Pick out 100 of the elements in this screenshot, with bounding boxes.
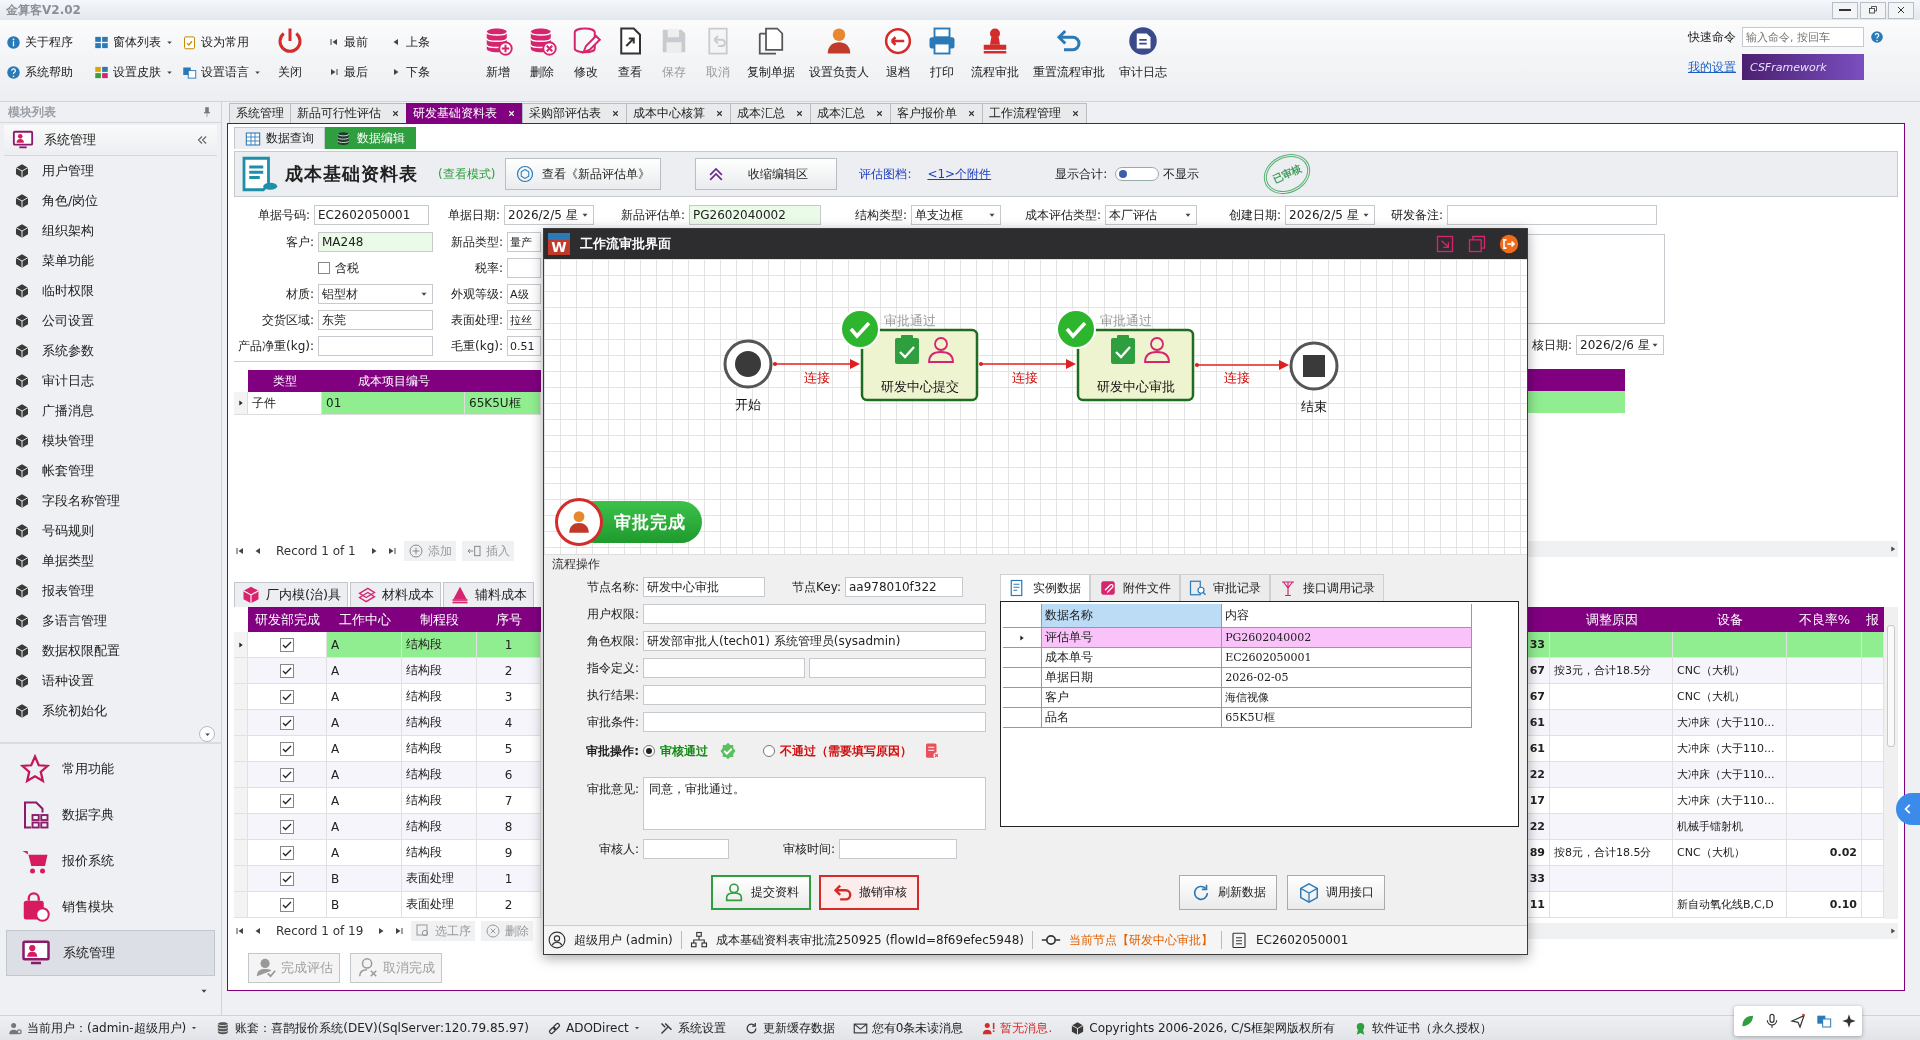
tab[interactable]: 厂内模(治)具 [234, 582, 349, 607]
input-field[interactable]: 研发中心审批 [643, 577, 765, 597]
tab[interactable]: 新品可行性评估 [290, 103, 407, 123]
toolbar-button[interactable]: 系统帮助 [4, 60, 92, 84]
collapse-button[interactable]: 收缩编辑区 [695, 158, 838, 190]
close-button[interactable]: 关闭 [268, 26, 312, 88]
status-item[interactable]: 当前用户：(admin-超级用户) [8, 1019, 199, 1037]
toolbar-button[interactable]: 重置流程审批 [1026, 26, 1112, 88]
toolbar-button[interactable]: 流程审批 [964, 26, 1026, 88]
toolbar-button[interactable]: 新增 [476, 26, 520, 88]
command-field[interactable]: 输入命令, 按回车 [1742, 27, 1864, 47]
checkbox[interactable] [280, 715, 294, 730]
input-field[interactable]: 东莞 [318, 310, 433, 330]
send-icon[interactable] [1790, 1013, 1806, 1029]
navigation-button[interactable]: 下条 [388, 60, 450, 84]
sidebar-item[interactable]: 组织架构 [0, 216, 221, 246]
tab[interactable]: 采购部评估表 [522, 103, 627, 123]
translate-icon[interactable] [1815, 1013, 1832, 1029]
status-item[interactable]: ADODirect [546, 1020, 641, 1036]
dialog-button[interactable]: 调用接口 [1287, 875, 1385, 910]
sidebar-item[interactable]: 单据类型 [0, 546, 221, 576]
close-icon[interactable] [967, 109, 976, 118]
input-field[interactable] [643, 685, 986, 705]
status-item[interactable]: 暂无消息. [981, 1019, 1053, 1037]
dropdown-field[interactable]: 2026/2/5 星 [1285, 205, 1375, 225]
checkbox[interactable] [280, 741, 294, 756]
sidebar-item[interactable]: 广播消息 [0, 396, 221, 426]
sidebar-item[interactable]: 多语言管理 [0, 606, 221, 636]
sidebar-item[interactable]: 菜单功能 [0, 246, 221, 276]
tab[interactable]: 工作流程管理 [982, 103, 1087, 123]
input-field[interactable] [839, 839, 957, 859]
tab[interactable]: 成本汇总 [730, 103, 811, 123]
settings-link[interactable]: 我的设置 [1688, 58, 1736, 76]
input-field[interactable]: A级 [507, 284, 541, 304]
scroll-button[interactable] [199, 726, 215, 742]
sidebar-item[interactable]: 公司设置 [0, 306, 221, 336]
status-item[interactable]: Copyrights 2006-2026, C/S框架网版权所有 [1070, 1019, 1336, 1037]
checkbox[interactable] [280, 819, 294, 834]
tab[interactable]: 实例数据 [1000, 574, 1091, 601]
input-field[interactable]: 研发部审批人(tech01) 系统管理员(sysadmin) [643, 631, 986, 651]
input-field[interactable]: aa978010f322 [845, 577, 963, 597]
checkbox[interactable] [280, 845, 294, 860]
input-field[interactable] [643, 712, 986, 732]
tab[interactable]: 成本汇总 [810, 103, 891, 123]
sidebar-item[interactable]: 审计日志 [0, 366, 221, 396]
tab[interactable]: 客户报价单 [890, 103, 983, 123]
toolbar-button[interactable]: 删除 [520, 26, 564, 88]
shrink-icon[interactable] [1435, 234, 1455, 254]
dropdown-field[interactable]: 本厂评估 [1105, 205, 1197, 225]
toolbar-button[interactable]: 退档 [876, 26, 920, 88]
first-record-icon[interactable] [234, 545, 246, 557]
dropdown-field[interactable]: 铝型材 [318, 284, 433, 304]
tab[interactable]: 辅料成本 [443, 582, 535, 607]
module-item[interactable]: 数据字典 [6, 792, 215, 838]
close-icon[interactable] [611, 109, 620, 118]
column-header[interactable]: 设备 [1673, 607, 1787, 632]
toolbar-button[interactable]: 审计日志 [1112, 26, 1174, 88]
restore-button[interactable] [1860, 1, 1886, 19]
toolbar-button[interactable]: 查看 [608, 26, 652, 88]
tab[interactable]: 审批记录 [1180, 574, 1271, 601]
checkbox[interactable] [280, 637, 294, 652]
exit-icon[interactable] [1499, 234, 1519, 254]
input-field[interactable] [643, 604, 986, 624]
tab[interactable]: 系统管理 [229, 103, 291, 123]
sidebar-item[interactable]: 角色/岗位 [0, 186, 221, 216]
column-header[interactable]: 不良率% [1787, 607, 1862, 632]
navigation-button[interactable]: 最前 [326, 30, 388, 54]
input-field[interactable]: 0.51 [507, 336, 541, 356]
sidebar-item[interactable]: 号码规则 [0, 516, 221, 546]
input-field[interactable]: 量产 [507, 232, 541, 252]
checkbox[interactable] [280, 871, 294, 886]
toolbar-button[interactable]: 设为常用 [180, 30, 262, 54]
column-header[interactable]: 制程段 [402, 607, 477, 632]
dialog-button[interactable]: 撤销审核 [819, 875, 919, 910]
sidebar-item[interactable]: 系统参数 [0, 336, 221, 366]
tab[interactable]: 成本中心核算 [626, 103, 731, 123]
input-field[interactable]: 拉丝 [507, 310, 541, 330]
navigation-button[interactable]: 最后 [326, 60, 388, 84]
checkbox[interactable] [280, 663, 294, 678]
checkbox[interactable] [280, 689, 294, 704]
dropdown-field[interactable]: 2026/2/6 星 [1576, 335, 1664, 355]
toggle-switch[interactable] [1115, 167, 1160, 181]
input-field[interactable] [318, 336, 433, 356]
toolbar-button[interactable]: 设置皮肤 [92, 60, 180, 84]
dialog-button[interactable]: 提交资料 [711, 875, 811, 910]
toolbar-button[interactable]: 打印 [920, 26, 964, 88]
tab[interactable]: 数据查询 [234, 127, 325, 149]
status-item[interactable]: 您有0条未读消息 [852, 1019, 964, 1037]
dialog-button[interactable]: 刷新数据 [1179, 875, 1277, 910]
view-button[interactable]: 查看《新品评估单》 [505, 158, 662, 190]
sidebar-item[interactable]: 数据权限配置 [0, 636, 221, 666]
pin-icon[interactable] [201, 106, 213, 118]
input-field[interactable]: PG2602040002 [689, 205, 821, 225]
toolbar-button[interactable]: 设置负责人 [802, 26, 876, 88]
radio-button[interactable] [763, 745, 775, 757]
attachment-link[interactable]: <1>个附件 [927, 165, 992, 183]
close-icon[interactable] [715, 109, 724, 118]
sidebar-item[interactable]: 系统初始化 [0, 696, 221, 726]
module-item[interactable]: 常用功能 [6, 746, 215, 792]
input-field[interactable]: MA248 [318, 232, 433, 252]
